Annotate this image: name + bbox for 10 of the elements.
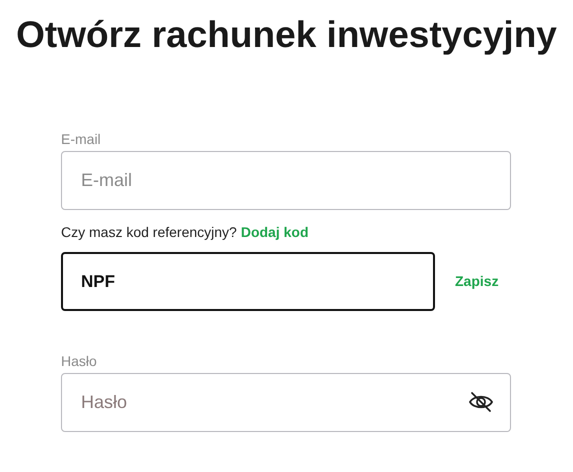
eye-slash-icon[interactable] (468, 391, 494, 413)
field-label: Hasło (61, 352, 97, 370)
save-button[interactable]: Zapisz (455, 271, 499, 292)
referral-code-field[interactable]: NPF (61, 252, 435, 311)
referral-question: Czy masz kod referencyjny? (61, 222, 237, 242)
field-label: E-mail (61, 130, 101, 148)
add-code-link[interactable]: Dodaj kod (240, 222, 309, 242)
page-title: Otwórz rachunek inwestycyjny (16, 13, 557, 57)
email-field[interactable]: E-mail (61, 151, 511, 210)
password-field[interactable]: Hasło (61, 373, 511, 432)
